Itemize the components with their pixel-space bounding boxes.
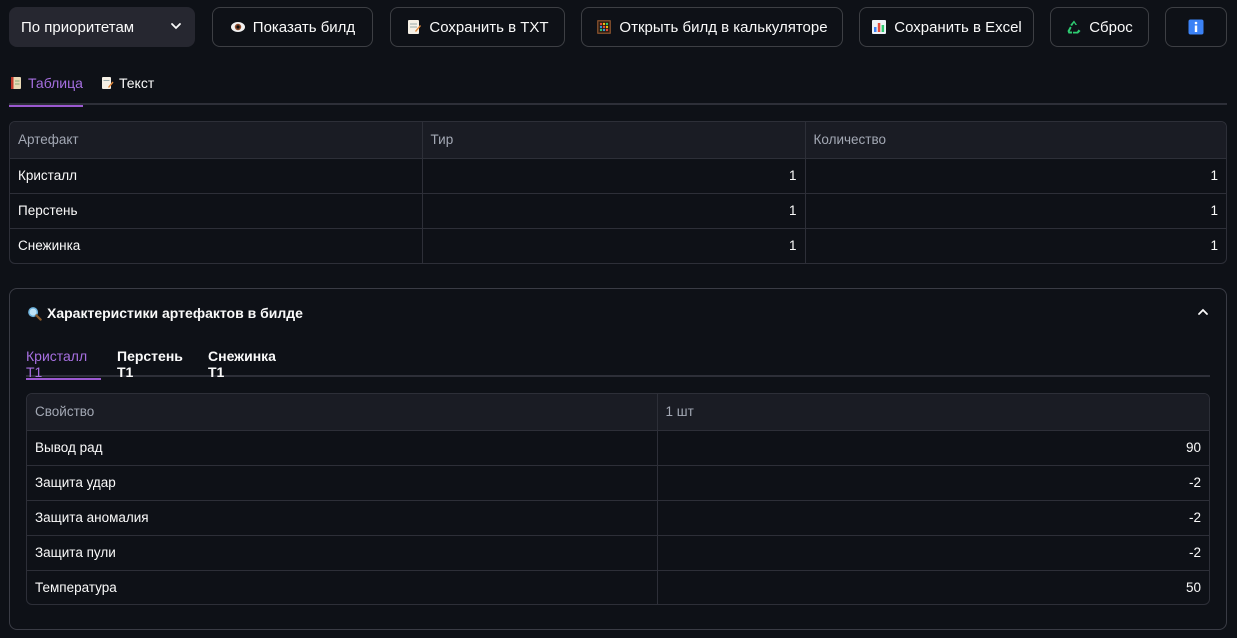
show-build-label: Показать билд bbox=[252, 18, 356, 36]
table-row: Перстень 1 1 bbox=[10, 193, 1226, 229]
table-header-row: Свойство 1 шт bbox=[27, 394, 1209, 431]
table-row: Температура 50 bbox=[27, 570, 1209, 604]
save-excel-label: Сохранить в Excel bbox=[894, 18, 1022, 36]
expander-title: Характеристики артефактов в билде bbox=[47, 305, 303, 321]
table-row: Защита аномалия -2 bbox=[27, 500, 1209, 536]
artifacts-table: Артефакт Тир Количество Кристалл 1 1 Пер… bbox=[9, 121, 1227, 264]
open-calculator-button[interactable]: Открыть билд в калькуляторе bbox=[581, 7, 843, 47]
table-row: Защита удар -2 bbox=[27, 465, 1209, 501]
table-cell[interactable]: 1 bbox=[805, 193, 1226, 229]
table-cell[interactable]: -2 bbox=[657, 500, 1209, 536]
tab-table-label: Таблица bbox=[28, 75, 83, 91]
tab-crystal-label: Кристалл Т1 bbox=[26, 348, 88, 380]
artifact-tabs: Кристалл Т1 Перстень Т1 Снежинка Т1 bbox=[26, 343, 1210, 380]
chevron-up-icon[interactable] bbox=[1196, 305, 1210, 319]
sort-select[interactable]: По приоритетам bbox=[9, 7, 195, 47]
tab-snowflake[interactable]: Снежинка Т1 bbox=[208, 343, 294, 380]
save-txt-label: Сохранить в TXT bbox=[429, 18, 549, 36]
table-cell[interactable]: -2 bbox=[657, 465, 1209, 501]
table-cell[interactable]: Защита аномалия bbox=[27, 500, 658, 536]
memo-icon bbox=[102, 77, 114, 89]
table-header-row: Артефакт Тир Количество bbox=[10, 122, 1226, 159]
table-cell[interactable]: 1 bbox=[805, 228, 1226, 263]
memo-icon bbox=[408, 20, 422, 34]
table-cell[interactable]: Кристалл bbox=[10, 158, 423, 194]
tab-text-label: Текст bbox=[119, 75, 155, 91]
save-txt-button[interactable]: Сохранить в TXT bbox=[390, 7, 565, 47]
column-header[interactable]: Артефакт bbox=[10, 122, 423, 159]
abacus-icon bbox=[597, 20, 612, 34]
bar-chart-icon bbox=[872, 20, 887, 34]
tab-snowflake-label: Снежинка Т1 bbox=[208, 348, 276, 380]
tab-ring[interactable]: Перстень Т1 bbox=[117, 343, 197, 380]
table-row: Защита пули -2 bbox=[27, 535, 1209, 571]
table-cell[interactable]: Перстень bbox=[10, 193, 423, 229]
app-root: По приоритетам Показать билд Сохранить в… bbox=[0, 0, 1237, 638]
expander-header[interactable]: Характеристики артефактов в билде bbox=[27, 303, 1210, 323]
tab-table[interactable]: Таблица bbox=[9, 70, 83, 107]
open-calculator-label: Открыть билд в калькуляторе bbox=[619, 18, 828, 36]
table-cell[interactable]: 1 bbox=[422, 193, 806, 229]
reset-label: Сброс bbox=[1089, 18, 1133, 36]
table-row: Снежинка 1 1 bbox=[10, 228, 1226, 263]
toolbar: По приоритетам Показать билд Сохранить в… bbox=[9, 7, 1227, 47]
eye-icon bbox=[230, 22, 245, 32]
reset-button[interactable]: Сброс bbox=[1050, 7, 1149, 47]
recycle-icon bbox=[1067, 20, 1081, 34]
view-tabs: Таблица Текст bbox=[9, 70, 1227, 107]
table-cell[interactable]: Защита удар bbox=[27, 465, 658, 501]
table-cell[interactable]: 1 bbox=[422, 158, 806, 194]
column-header[interactable]: Свойство bbox=[27, 394, 658, 431]
chevron-down-icon bbox=[171, 23, 181, 30]
sort-select-value: По приоритетам bbox=[21, 18, 135, 36]
tab-ring-label: Перстень Т1 bbox=[117, 348, 183, 380]
artifact-stats-expander: Характеристики артефактов в билде Криста… bbox=[9, 288, 1227, 630]
column-header[interactable]: 1 шт bbox=[657, 394, 1209, 431]
tab-crystal[interactable]: Кристалл Т1 bbox=[26, 343, 101, 380]
table-cell[interactable]: 1 bbox=[805, 158, 1226, 194]
table-row: Кристалл 1 1 bbox=[10, 158, 1226, 194]
table-row: Вывод рад 90 bbox=[27, 430, 1209, 466]
table-cell[interactable]: Защита пули bbox=[27, 535, 658, 571]
tab-text[interactable]: Текст bbox=[100, 70, 158, 105]
table-cell[interactable]: 1 bbox=[422, 228, 806, 263]
save-excel-button[interactable]: Сохранить в Excel bbox=[859, 7, 1034, 47]
column-header[interactable]: Количество bbox=[805, 122, 1226, 159]
table-cell[interactable]: Вывод рад bbox=[27, 430, 658, 466]
table-cell[interactable]: 50 bbox=[657, 570, 1209, 604]
properties-table: Свойство 1 шт Вывод рад 90 Защита удар -… bbox=[26, 393, 1210, 605]
info-icon bbox=[1188, 19, 1204, 35]
show-build-button[interactable]: Показать билд bbox=[212, 7, 373, 47]
magnifier-icon bbox=[28, 306, 42, 321]
table-cell[interactable]: 90 bbox=[657, 430, 1209, 466]
table-cell[interactable]: Снежинка bbox=[10, 228, 423, 263]
table-cell[interactable]: -2 bbox=[657, 535, 1209, 571]
ledger-icon bbox=[11, 77, 21, 89]
info-button[interactable] bbox=[1165, 7, 1227, 47]
column-header[interactable]: Тир bbox=[422, 122, 806, 159]
table-cell[interactable]: Температура bbox=[27, 570, 658, 604]
